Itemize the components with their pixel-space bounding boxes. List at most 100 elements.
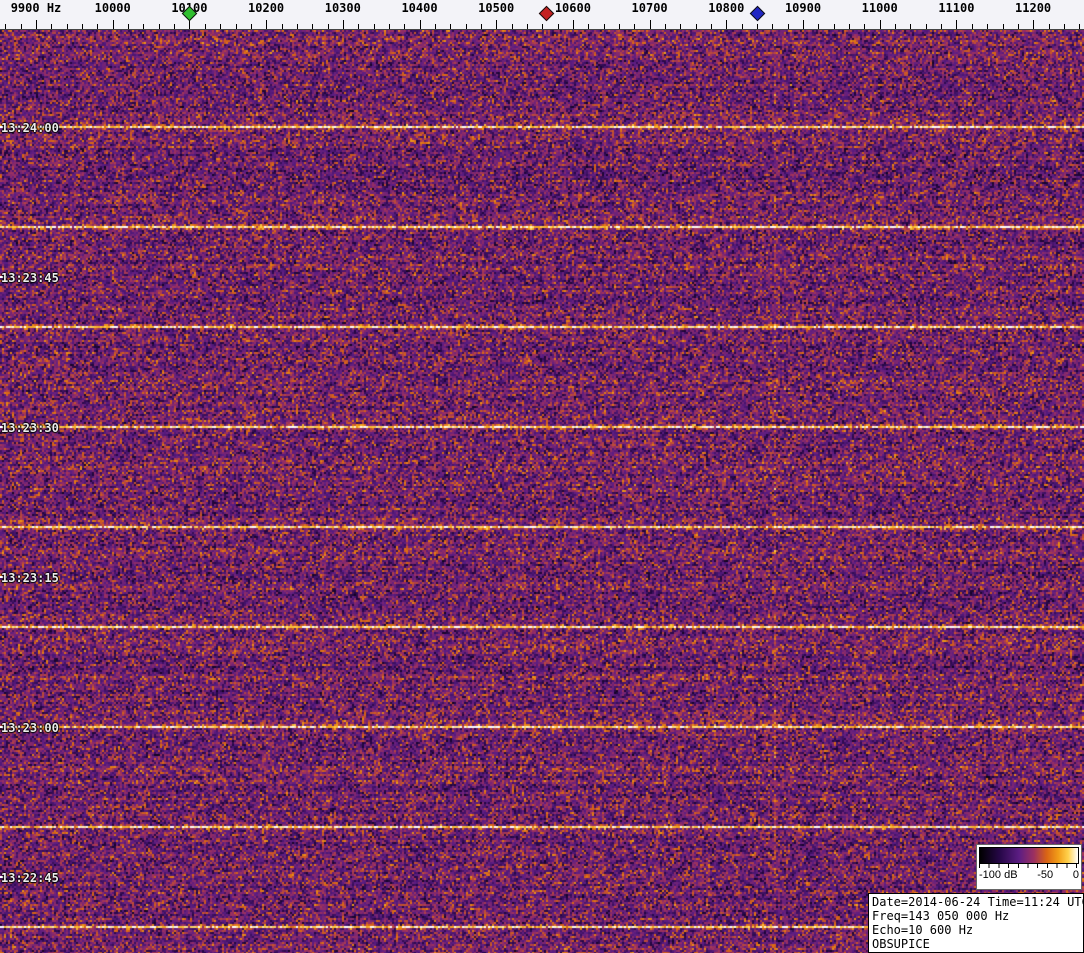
freq-major-tick [113, 20, 114, 29]
freq-tick-label: 11100 [914, 1, 998, 15]
color-scale-ticks [979, 864, 1079, 868]
freq-minor-tick [941, 24, 942, 29]
freq-major-tick [36, 20, 37, 29]
freq-minor-tick [481, 24, 482, 29]
color-scale-gradient [979, 847, 1079, 864]
freq-minor-tick [67, 24, 68, 29]
freq-major-tick [189, 20, 190, 29]
time-label: 13:23:30 [1, 421, 59, 435]
freq-major-tick [496, 20, 497, 29]
freq-minor-tick [1018, 24, 1019, 29]
freq-minor-tick [604, 24, 605, 29]
freq-minor-tick [711, 24, 712, 29]
freq-minor-tick [358, 24, 359, 29]
legend-max-label: 0 [1073, 869, 1079, 881]
freq-minor-tick [619, 24, 620, 29]
freq-minor-tick [680, 24, 681, 29]
freq-minor-tick [527, 24, 528, 29]
spectrogram-canvas[interactable] [0, 30, 1084, 953]
freq-major-tick [880, 20, 881, 29]
freq-major-tick [1033, 20, 1034, 29]
freq-tick-label: 11000 [838, 1, 922, 15]
freq-minor-tick [910, 24, 911, 29]
freq-minor-tick [389, 24, 390, 29]
freq-tick-label: 10200 [224, 1, 308, 15]
freq-minor-tick [1049, 24, 1050, 29]
freq-minor-tick [159, 24, 160, 29]
legend-min-label: -100 dB [979, 869, 1018, 881]
freq-minor-tick [312, 24, 313, 29]
freq-minor-tick [972, 24, 973, 29]
freq-major-tick [266, 20, 267, 29]
freq-tick-label: 10000 [71, 1, 155, 15]
freq-minor-tick [404, 24, 405, 29]
info-freq-line: Freq=143 050 000 Hz [872, 909, 1080, 923]
freq-major-tick [343, 20, 344, 29]
freq-minor-tick [174, 24, 175, 29]
freq-tick-label: 11200 [991, 1, 1075, 15]
freq-minor-tick [251, 24, 252, 29]
freq-minor-tick [757, 24, 758, 29]
freq-minor-tick [1079, 24, 1080, 29]
freq-major-tick [803, 20, 804, 29]
freq-minor-tick [21, 24, 22, 29]
freq-minor-tick [236, 24, 237, 29]
freq-minor-tick [834, 24, 835, 29]
freq-minor-tick [5, 24, 6, 29]
time-label: 13:22:45 [1, 871, 59, 885]
observation-info-box: Date=2014-06-24 Time=11:24 UTC Freq=143 … [868, 893, 1084, 953]
freq-tick-label: 10500 [454, 1, 538, 15]
freq-minor-tick [788, 24, 789, 29]
time-label: 13:23:45 [1, 271, 59, 285]
frequency-ruler[interactable]: 9900 Hz100001010010200103001040010500106… [0, 0, 1084, 30]
freq-minor-tick [895, 24, 896, 29]
info-station-line: OBSUPICE [872, 937, 1080, 951]
freq-major-tick [573, 20, 574, 29]
spectrum-monitor-window: 9900 Hz100001010010200103001040010500106… [0, 0, 1084, 953]
intensity-legend: -100 dB -50 0 [976, 844, 1082, 890]
freq-minor-tick [297, 24, 298, 29]
info-date-line: Date=2014-06-24 Time=11:24 UTC [872, 895, 1080, 909]
freq-minor-tick [849, 24, 850, 29]
freq-minor-tick [558, 24, 559, 29]
freq-tick-label: 10900 [761, 1, 845, 15]
freq-minor-tick [143, 24, 144, 29]
freq-minor-tick [588, 24, 589, 29]
freq-minor-tick [512, 24, 513, 29]
info-echo-line: Echo=10 600 Hz [872, 923, 1080, 937]
freq-minor-tick [128, 24, 129, 29]
freq-minor-tick [374, 24, 375, 29]
freq-major-tick [420, 20, 421, 29]
freq-tick-label: 10300 [301, 1, 385, 15]
freq-minor-tick [542, 24, 543, 29]
freq-minor-tick [220, 24, 221, 29]
freq-minor-tick [818, 24, 819, 29]
freq-major-tick [650, 20, 651, 29]
freq-minor-tick [282, 24, 283, 29]
freq-minor-tick [1064, 24, 1065, 29]
freq-minor-tick [82, 24, 83, 29]
freq-minor-tick [634, 24, 635, 29]
freq-minor-tick [987, 24, 988, 29]
spectrogram-area: 13:24:00 13:23:45 13:23:30 13:23:15 13:2… [0, 30, 1084, 953]
time-label: 13:24:00 [1, 121, 59, 135]
freq-minor-tick [864, 24, 865, 29]
freq-minor-tick [696, 24, 697, 29]
legend-mid-label: -50 [1037, 869, 1053, 881]
freq-minor-tick [466, 24, 467, 29]
freq-minor-tick [1003, 24, 1004, 29]
freq-minor-tick [926, 24, 927, 29]
time-label: 13:23:00 [1, 721, 59, 735]
freq-tick-label: 10700 [608, 1, 692, 15]
freq-minor-tick [450, 24, 451, 29]
freq-minor-tick [97, 24, 98, 29]
freq-tick-label: 9900 Hz [0, 1, 78, 15]
freq-major-tick [956, 20, 957, 29]
freq-minor-tick [51, 24, 52, 29]
freq-minor-tick [328, 24, 329, 29]
time-label: 13:23:15 [1, 571, 59, 585]
freq-major-tick [726, 20, 727, 29]
freq-minor-tick [435, 24, 436, 29]
freq-minor-tick [205, 24, 206, 29]
freq-minor-tick [772, 24, 773, 29]
